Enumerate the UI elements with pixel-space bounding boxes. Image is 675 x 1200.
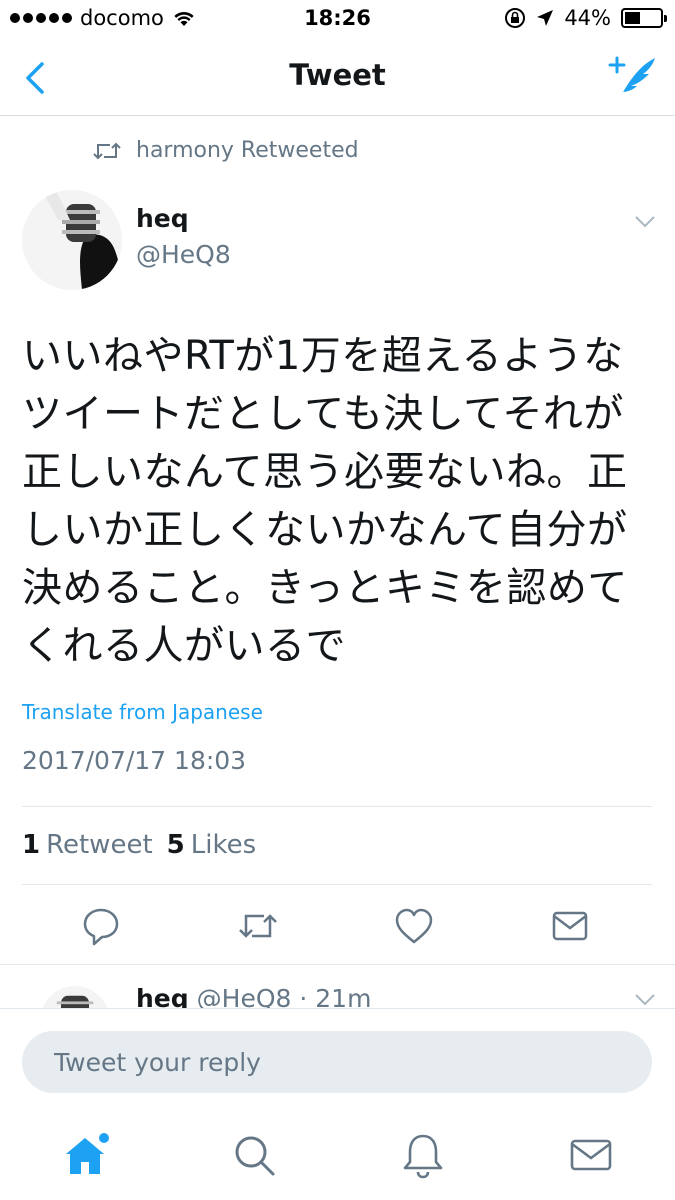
chevron-down-icon[interactable]	[633, 214, 657, 230]
tweet-text-line: しいか正しくないかなんて自分が	[22, 507, 628, 553]
home-icon[interactable]	[60, 1130, 110, 1180]
battery-level	[625, 12, 640, 24]
author-handle[interactable]: @HeQ8	[136, 240, 231, 269]
divider	[22, 806, 652, 807]
reply-icon[interactable]	[79, 904, 123, 948]
like-stat-label: Likes	[190, 830, 257, 860]
retweet-action-icon[interactable]	[236, 904, 280, 948]
avatar-image	[22, 190, 122, 290]
battery-icon	[621, 8, 667, 28]
status-icons: 44%	[504, 6, 667, 30]
tweet-text-line: いいねやRTが1万を超えるような	[22, 333, 624, 379]
compose-tweet-icon[interactable]	[607, 54, 659, 102]
tweet-timestamp: 2017/07/17 18:03	[22, 746, 247, 775]
retweet-count: 1	[22, 830, 41, 860]
navigation-bar: Tweet	[0, 40, 675, 116]
like-count: 5	[166, 830, 185, 860]
engagement-stats: 1 Retweet 5 Likes	[22, 830, 256, 860]
like-heart-icon[interactable]	[392, 904, 436, 948]
retweet-stat-label: Retweet	[46, 830, 153, 860]
tweet-actions	[0, 904, 675, 948]
reply-author-name[interactable]: heq	[136, 984, 189, 1008]
reply-author-meta: @HeQ8 · 21m	[196, 984, 372, 1008]
author-name[interactable]: heq	[136, 204, 189, 233]
reply-tweet-preview[interactable]: heq @HeQ8 · 21m	[0, 968, 675, 1008]
tweet-text: いいねやRTが1万を超えるような ツイートだとしても決してそれが 正しいなんて思…	[22, 327, 652, 675]
reply-input[interactable]	[22, 1031, 652, 1093]
divider	[22, 884, 652, 885]
tweet-text-line: 正しいなんて思う必要ないね。正	[22, 449, 628, 495]
retweet-context-label[interactable]: harmony Retweeted	[136, 138, 359, 163]
avatar-image	[40, 986, 110, 1008]
chevron-down-icon[interactable]	[633, 992, 657, 1008]
search-icon[interactable]	[229, 1130, 279, 1180]
location-icon	[537, 10, 554, 26]
divider	[0, 964, 675, 965]
tab-bar	[0, 1108, 675, 1200]
messages-icon[interactable]	[566, 1130, 616, 1180]
retweet-stat[interactable]: 1 Retweet	[22, 830, 153, 860]
notifications-bell-icon[interactable]	[398, 1130, 448, 1180]
retweet-icon	[93, 142, 121, 159]
status-bar: docomo 18:26 44%	[0, 0, 675, 40]
page-title: Tweet	[289, 58, 386, 92]
battery-percentage: 44%	[564, 6, 611, 30]
tweet-text-line: くれる人がいるで	[22, 623, 346, 669]
avatar[interactable]	[40, 986, 110, 1008]
rotation-lock-icon	[505, 8, 526, 28]
reply-author-line: heq @HeQ8 · 21m	[136, 984, 371, 1008]
reply-bar	[0, 1008, 675, 1108]
retweet-context: harmony Retweeted	[92, 138, 359, 163]
translate-link[interactable]: Translate from Japanese	[22, 700, 263, 724]
avatar[interactable]	[22, 190, 122, 290]
direct-message-icon[interactable]	[548, 904, 592, 948]
like-stat[interactable]: 5 Likes	[167, 830, 256, 860]
tweet-text-line: 決めること。きっとキミを認めて	[22, 565, 628, 611]
tweet-text-line: ツイートだとしても決してそれが	[22, 391, 624, 437]
